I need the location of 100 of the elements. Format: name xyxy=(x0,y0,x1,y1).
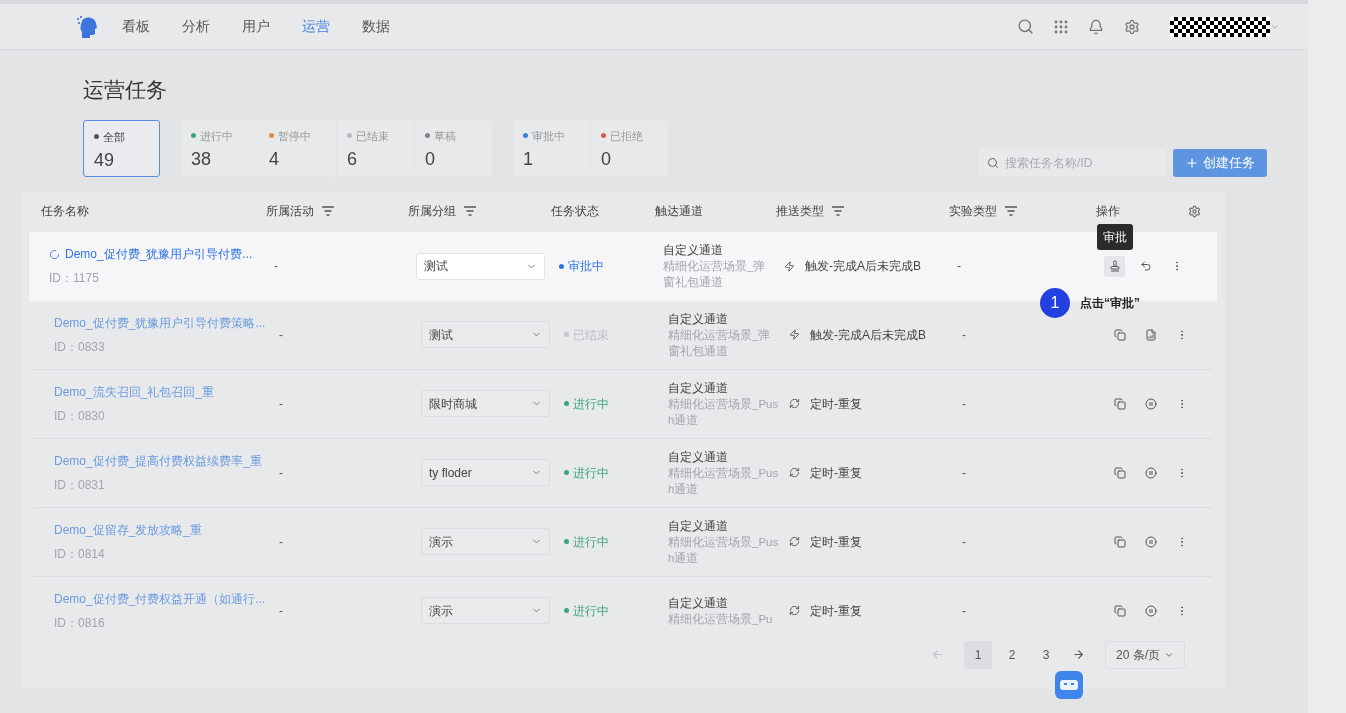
task-name-link[interactable]: Demo_促付费_犹豫用户引导付费... xyxy=(65,245,253,263)
channel-name: 自定义通道 xyxy=(668,594,729,611)
channel-detail: 精细化运营场景_弹窗礼包通道 xyxy=(668,327,772,359)
column-header: 任务名称 xyxy=(41,203,89,220)
table-cell-text: - xyxy=(962,464,967,482)
pause-icon xyxy=(1144,535,1157,548)
status-count: 0 xyxy=(601,148,612,171)
logo-icon[interactable] xyxy=(76,14,98,39)
copy-icon xyxy=(1113,604,1126,617)
page-button[interactable]: 2 xyxy=(998,640,1026,669)
nav-tab[interactable]: 看板 xyxy=(122,16,150,37)
status-filter-card[interactable]: 进行中 38 xyxy=(181,119,258,177)
group-dropdown[interactable]: 演示 xyxy=(421,528,550,555)
table-cell-text: - xyxy=(274,258,279,275)
status-filter-card[interactable]: 已拒绝 0 xyxy=(591,119,668,177)
plus-icon xyxy=(1185,155,1199,170)
settings-icon[interactable] xyxy=(1188,204,1201,218)
lightning-icon xyxy=(789,329,800,340)
column-header: 推送类型 xyxy=(776,203,824,220)
task-id: ID：0814 xyxy=(54,545,106,563)
channel-name: 自定义通道 xyxy=(663,242,724,258)
column-header: 实验类型 xyxy=(949,203,997,220)
guide-text: 点击“审批” xyxy=(1080,294,1140,312)
refresh-icon xyxy=(789,467,800,478)
table-cell-text: - xyxy=(962,395,967,413)
column-header: 触达通道 xyxy=(655,203,703,220)
bell-icon[interactable] xyxy=(1088,18,1104,35)
search-icon[interactable] xyxy=(1017,18,1034,35)
channel-detail: 精细化运营场景_Push通道 xyxy=(668,534,779,566)
table-cell-text: - xyxy=(279,464,284,482)
nav-tab[interactable]: 数据 xyxy=(362,16,390,37)
task-id: ID：0833 xyxy=(54,338,106,356)
page-button[interactable]: 1 xyxy=(964,640,992,669)
page-button[interactable]: 3 xyxy=(1032,640,1060,669)
page-size-dropdown[interactable]: 20 条/页 xyxy=(1105,640,1185,669)
step-badge: 1 xyxy=(1040,287,1070,318)
assistant-bot-icon[interactable] xyxy=(1055,670,1083,699)
task-status: 审批中 xyxy=(559,257,663,275)
pause-icon xyxy=(1144,604,1157,617)
table-cell-text: - xyxy=(962,602,967,620)
apps-grid-icon[interactable] xyxy=(1054,19,1068,34)
status-label: 已拒绝 xyxy=(610,128,643,144)
status-count: 6 xyxy=(347,148,358,171)
status-filter-card[interactable]: 审批中 1 xyxy=(513,119,590,177)
nav-tab[interactable]: 运营 xyxy=(302,16,330,37)
status-filter-card[interactable]: 暂停中 4 xyxy=(259,119,336,177)
pause-icon xyxy=(1144,466,1157,479)
table-cell-text: - xyxy=(279,326,284,344)
group-dropdown[interactable]: 测试 xyxy=(416,252,545,280)
status-label: 全部 xyxy=(103,129,125,145)
task-status: 进行中 xyxy=(564,394,668,413)
filter-icon[interactable] xyxy=(322,206,334,216)
page-title: 运营任务 xyxy=(83,77,168,103)
channel-name: 自定义通道 xyxy=(668,379,729,396)
table-cell-text: - xyxy=(279,395,284,413)
group-dropdown[interactable]: 演示 xyxy=(421,597,550,624)
column-header: 所属分组 xyxy=(408,203,456,220)
search-field[interactable]: 搜索任务名称/ID xyxy=(979,148,1166,177)
settings-icon[interactable] xyxy=(1124,18,1140,35)
task-status: 进行中 xyxy=(564,532,668,551)
channel-name: 自定义通道 xyxy=(668,517,729,534)
stamp-icon xyxy=(1108,260,1121,272)
status-filter-card[interactable]: 已结束 6 xyxy=(337,119,414,177)
filter-icon[interactable] xyxy=(464,206,476,216)
refresh-icon xyxy=(789,398,800,409)
column-header: 操作 xyxy=(1096,203,1120,220)
status-label: 草稿 xyxy=(434,128,456,144)
task-id: ID：0830 xyxy=(54,407,106,425)
group-dropdown[interactable]: 限时商城 xyxy=(421,390,550,417)
undo-icon xyxy=(1139,260,1152,272)
push-type: 触发-完成A后未完成B xyxy=(810,326,926,344)
next-page-icon[interactable] xyxy=(1072,648,1085,661)
nav-tab[interactable]: 用户 xyxy=(242,16,270,37)
group-dropdown[interactable]: 测试 xyxy=(421,321,550,348)
column-header: 所属活动 xyxy=(266,203,314,220)
push-type: 触发-完成A后未完成B xyxy=(805,258,921,275)
copy-icon xyxy=(1113,397,1126,410)
task-status: 进行中 xyxy=(564,463,668,482)
avatar[interactable] xyxy=(1170,16,1270,37)
filter-icon[interactable] xyxy=(832,206,844,216)
table-cell-text: - xyxy=(962,533,967,551)
pause-icon xyxy=(1144,397,1157,410)
filter-icon[interactable] xyxy=(1005,206,1017,216)
status-count: 0 xyxy=(425,148,436,171)
nav-tab[interactable]: 分析 xyxy=(182,16,210,37)
status-count: 4 xyxy=(269,148,280,171)
refresh-icon xyxy=(789,605,800,616)
push-type: 定时-重复 xyxy=(810,533,862,551)
copy-icon xyxy=(1113,535,1126,548)
search-icon xyxy=(987,156,999,169)
channel-detail: 精细化运营场景_Pu xyxy=(668,611,774,627)
channel-name: 自定义通道 xyxy=(668,448,729,465)
task-status: 进行中 xyxy=(564,601,668,620)
status-label: 已结束 xyxy=(356,128,389,144)
group-dropdown[interactable]: ty floder xyxy=(421,459,550,486)
status-filter-card[interactable]: 草稿 0 xyxy=(415,119,492,177)
status-label: 暂停中 xyxy=(278,128,311,144)
push-type: 定时-重复 xyxy=(810,464,862,482)
table-cell-text: - xyxy=(957,258,962,275)
status-filter-card[interactable]: 全部 49 xyxy=(83,119,160,177)
